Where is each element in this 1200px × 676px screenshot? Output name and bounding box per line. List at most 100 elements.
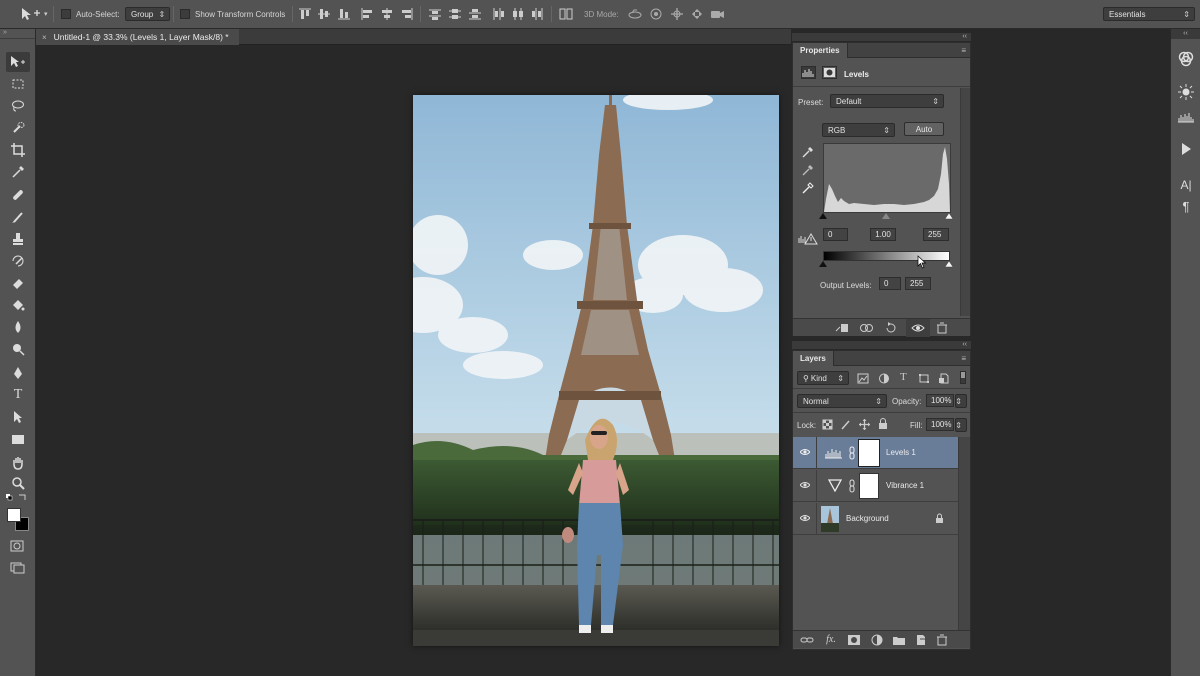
visibility-column[interactable] [793,437,817,469]
eyedropper-tool[interactable] [6,162,30,182]
actions-play-icon[interactable] [1178,141,1194,157]
new-group-folder-icon[interactable] [892,634,906,646]
new-layer-icon[interactable] [914,634,928,646]
input-level-sliders[interactable] [819,213,955,221]
trash-icon[interactable] [935,634,949,646]
show-transform-controls-checkbox[interactable]: Show Transform Controls [180,5,285,23]
opacity-slider-toggle[interactable] [955,394,967,408]
reset-adjustment-icon[interactable] [884,322,898,334]
3d-scale-icon[interactable] [710,7,724,21]
quick-mask-icon[interactable] [10,540,24,552]
brush-tool[interactable] [6,207,30,227]
auto-button[interactable]: Auto [904,122,944,136]
lock-image-pixels-icon[interactable] [840,419,851,430]
foreground-color-swatch[interactable] [7,508,21,522]
auto-select-target-dropdown[interactable]: Group [125,7,171,21]
document-image[interactable] [413,95,779,646]
distribute-vertical-centers-icon[interactable] [448,7,462,21]
chain-link-icon[interactable] [849,479,855,493]
align-bottom-edges-icon[interactable] [337,7,351,21]
channel-dropdown[interactable]: RGB [822,123,895,137]
filter-smart-objects-icon[interactable] [938,373,950,384]
properties-scrollbar[interactable] [960,88,970,316]
visibility-column[interactable] [793,470,817,502]
black-point-eyedropper-icon[interactable] [801,146,814,159]
align-right-edges-icon[interactable] [400,7,414,21]
layer-row-background[interactable]: Background [793,503,958,535]
fill-slider-toggle[interactable] [955,418,967,432]
trash-icon[interactable] [935,322,949,334]
lock-transparent-pixels-icon[interactable] [822,419,833,430]
white-input-slider[interactable] [944,213,954,220]
layer-mask-thumbnail[interactable] [858,439,880,467]
rectangular-marquee-tool[interactable] [6,74,30,94]
visibility-column[interactable] [793,503,817,535]
view-previous-state-icon[interactable] [859,322,873,334]
input-white-field[interactable]: 255 [923,228,949,241]
3d-roll-icon[interactable] [649,7,663,21]
white-output-slider[interactable] [944,261,954,268]
layer-mask-thumbnail[interactable] [859,473,879,499]
checkbox-box[interactable] [180,9,190,19]
quick-selection-tool[interactable] [6,118,30,138]
layers-tab[interactable]: Layers [793,351,834,366]
output-white-field[interactable]: 255 [905,277,931,290]
gray-point-eyedropper-icon[interactable] [801,164,814,177]
input-gamma-field[interactable]: 1.00 [870,228,896,241]
panel-menu-icon[interactable]: ≡ [961,354,966,363]
align-top-edges-icon[interactable] [298,7,312,21]
filter-pixel-layers-icon[interactable] [857,373,869,384]
crop-tool[interactable] [6,140,30,160]
align-vertical-centers-icon[interactable] [317,7,331,21]
align-horizontal-centers-icon[interactable] [380,7,394,21]
move-tool-preset-button[interactable]: ▾ [20,5,48,23]
blend-mode-dropdown[interactable]: Normal [797,394,887,408]
zoom-tool[interactable] [6,473,30,493]
spot-healing-tool[interactable] [6,185,30,205]
screen-mode-icon[interactable] [10,562,26,574]
layers-scrollbar[interactable] [958,437,970,631]
rectangle-tool[interactable] [6,429,30,449]
output-black-field[interactable]: 0 [879,277,901,290]
fill-field[interactable]: 100% [926,418,954,431]
layer-name[interactable]: Background [846,514,889,523]
3d-pan-icon[interactable] [670,7,684,21]
layer-name[interactable]: Vibrance 1 [886,481,924,490]
adjustments-panel-icon[interactable] [1178,84,1194,100]
history-brush-tool[interactable] [6,251,30,271]
filter-adjustment-layers-icon[interactable] [878,373,890,384]
layer-filter-dropdown[interactable]: ⚲ Kind [797,371,849,385]
layer-style-fx-icon[interactable]: fx. [824,634,838,646]
add-layer-mask-icon[interactable] [847,634,861,646]
path-selection-tool[interactable] [6,407,30,427]
gamma-input-slider[interactable] [882,213,890,219]
properties-tab[interactable]: Properties [793,43,848,58]
3d-orbit-icon[interactable] [628,7,642,21]
close-icon[interactable]: × [42,33,47,42]
toolbar-collapse-grip[interactable]: » [0,29,35,39]
properties-dock-collapse[interactable]: ‹‹ [792,33,971,41]
dock-collapse-icon[interactable]: ‹‹ [1171,29,1200,39]
paint-bucket-tool[interactable] [6,295,30,315]
eye-icon[interactable] [800,514,810,522]
auto-align-layers-icon[interactable] [559,7,573,21]
layer-mask-toggle[interactable] [822,66,837,79]
black-output-slider[interactable] [819,261,827,267]
layers-dock-collapse[interactable]: ‹‹ [792,341,971,349]
clip-to-layer-icon[interactable] [835,322,849,334]
paragraph-panel-icon[interactable]: ¶ [1178,199,1194,215]
preset-dropdown[interactable]: Default [830,94,944,108]
auto-select-checkbox[interactable]: Auto-Select: [61,5,120,23]
pen-tool[interactable] [6,363,30,383]
distribute-bottom-icon[interactable] [468,7,482,21]
lock-position-icon[interactable] [859,419,870,430]
clone-stamp-tool[interactable] [6,229,30,249]
new-adjustment-layer-icon[interactable] [870,634,884,646]
type-tool[interactable]: T [6,385,30,405]
background-layer-thumbnail[interactable] [821,506,839,532]
layer-row-vibrance[interactable]: Vibrance 1 [793,470,958,502]
distribute-horizontal-centers-icon[interactable] [511,7,525,21]
eye-icon[interactable] [800,448,810,456]
input-black-field[interactable]: 0 [823,228,848,241]
toggle-visibility-icon[interactable] [911,322,925,334]
